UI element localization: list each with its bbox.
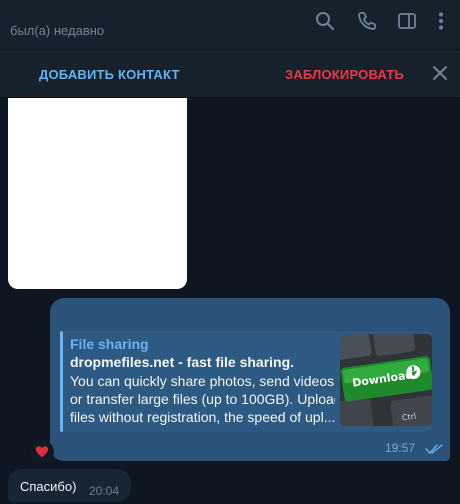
chat-header: был(а) недавно — [0, 0, 460, 50]
search-icon[interactable] — [314, 10, 336, 32]
last-seen-status: был(а) недавно — [10, 23, 105, 38]
add-contact-button[interactable]: ДОБАВИТЬ КОНТАКТ — [39, 67, 180, 82]
link-preview-thumbnail[interactable]: Download Ctrl — [340, 334, 432, 426]
link-preview-accent-bar — [60, 331, 63, 432]
block-button[interactable]: ЗАБЛОКИРОВАТЬ — [285, 67, 404, 82]
incoming-message-time: 20:04 — [89, 484, 120, 498]
link-preview-description: You can quickly share photos, send video… — [70, 372, 335, 426]
link-preview-desc-line: You can quickly share photos, send video… — [70, 373, 335, 389]
link-preview-title: File sharing — [70, 336, 149, 352]
unknown-contact-bar: ДОБАВИТЬ КОНТАКТ ЗАБЛОКИРОВАТЬ — [0, 50, 460, 98]
double-check-icon — [425, 442, 443, 454]
image-message[interactable] — [8, 98, 187, 289]
link-preview-site: dropmefiles.net - fast file sharing. — [70, 354, 295, 370]
message-time: 19:57 — [385, 441, 416, 455]
heart-icon[interactable] — [30, 440, 54, 464]
phone-icon[interactable] — [356, 10, 378, 32]
more-vertical-icon[interactable] — [430, 10, 452, 32]
close-icon[interactable] — [430, 63, 450, 83]
sidebar-toggle-icon[interactable] — [396, 10, 418, 32]
incoming-message-text: Спасибо) — [20, 479, 77, 494]
link-preview-desc-line: files without registration, the speed of… — [70, 409, 335, 425]
link-preview-desc-line: or transfer large files (up to 100GB). U… — [70, 391, 335, 407]
